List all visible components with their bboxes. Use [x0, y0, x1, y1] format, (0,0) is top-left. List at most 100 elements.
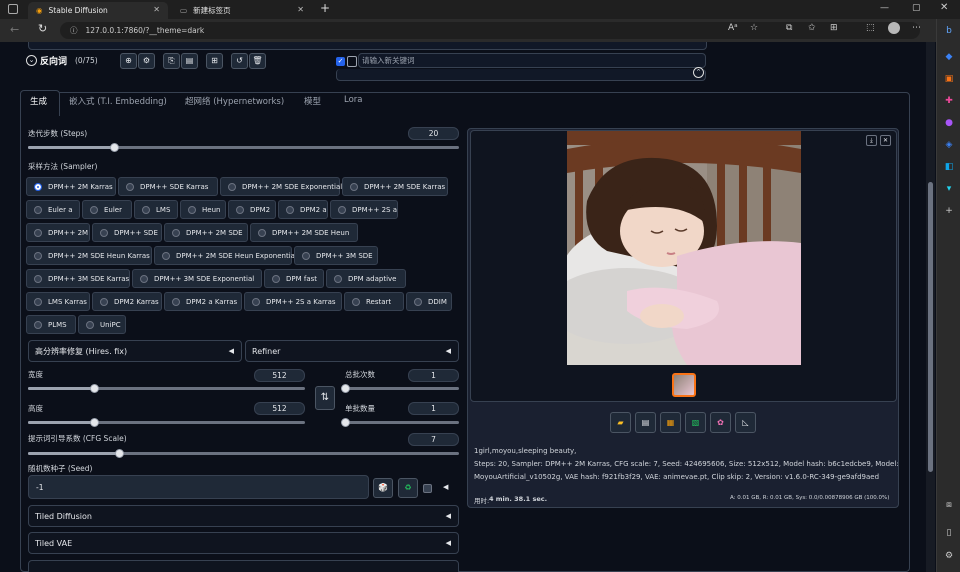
collapse-circle-icon[interactable]: ⌃ — [693, 67, 704, 78]
more-menu-icon[interactable]: ⋯ — [912, 23, 921, 33]
more-accordion[interactable] — [28, 560, 459, 572]
download-icon[interactable]: ⤓ — [866, 135, 877, 146]
sampler-option[interactable]: Euler — [82, 200, 132, 219]
negative-prompt-textarea[interactable] — [336, 69, 706, 81]
tab-stable-diffusion[interactable]: ◉ Stable Diffusion ✕ — [28, 2, 168, 19]
extra-seed-triangle-icon[interactable]: ◀ — [443, 483, 448, 491]
sampler-option[interactable]: DPM2 — [228, 200, 276, 219]
generated-image[interactable] — [567, 131, 801, 365]
height-slider[interactable] — [28, 418, 305, 427]
seed-input[interactable]: -1 — [28, 475, 369, 499]
sampler-option[interactable]: LMS Karras — [26, 292, 90, 311]
shopping-icon[interactable]: ▣ — [943, 73, 955, 85]
folder-icon[interactable]: ▰ — [610, 412, 631, 433]
sampler-option[interactable]: Restart — [344, 292, 404, 311]
close-tab-icon[interactable]: ✕ — [297, 5, 304, 14]
tab-embedding[interactable]: 嵌入式 (T.I. Embedding) — [69, 95, 167, 107]
trash-icon[interactable]: 🗑 — [249, 53, 266, 69]
ruler-icon[interactable]: ◺ — [735, 412, 756, 433]
tools-icon[interactable]: ✚ — [943, 95, 955, 107]
image-to-image-icon[interactable]: ▦ — [660, 412, 681, 433]
sampler-option[interactable]: DPM2 Karras — [92, 292, 162, 311]
width-slider[interactable] — [28, 384, 305, 393]
swap-dimensions-button[interactable]: ⇅ — [315, 386, 335, 410]
tab-lora[interactable]: Lora — [344, 95, 363, 105]
settings-gear-icon[interactable]: ⚙ — [943, 550, 955, 562]
extra-seed-checkbox[interactable] — [423, 484, 432, 493]
sampler-option[interactable]: DPM++ 3M SDE — [294, 246, 378, 265]
tag-icon[interactable]: ◆ — [943, 51, 955, 63]
sampler-option[interactable]: DPM++ 2S a — [330, 200, 398, 219]
gallery-thumbnail[interactable] — [672, 373, 696, 397]
games-icon[interactable]: ● — [943, 117, 955, 129]
refiner-accordion[interactable]: Refiner ◀ — [245, 340, 459, 362]
cfg-scale-slider[interactable] — [28, 449, 459, 458]
height-value[interactable]: 512 — [254, 402, 305, 415]
steps-slider[interactable] — [28, 143, 459, 152]
save-icon[interactable]: ▤ — [635, 412, 656, 433]
sampler-option[interactable]: DPM adaptive — [326, 269, 406, 288]
hires-fix-accordion[interactable]: 高分辨率修复 (Hires. fix) ◀ — [28, 340, 242, 362]
profile-avatar-icon[interactable] — [888, 22, 900, 34]
add-sidebar-icon[interactable]: + — [943, 205, 955, 217]
outlook-icon[interactable]: ◧ — [943, 161, 955, 173]
batch-size-value[interactable]: 1 — [408, 402, 459, 415]
positive-prompt-box[interactable] — [28, 42, 707, 50]
batch-count-slider[interactable] — [341, 384, 459, 393]
office-icon[interactable]: ◈ — [943, 139, 955, 151]
read-aloud-icon[interactable]: Aᵃ — [728, 23, 738, 33]
chevron-circle-icon[interactable]: ⌄ — [26, 55, 37, 66]
close-image-icon[interactable]: ✕ — [880, 135, 891, 146]
sampler-option[interactable]: DPM2 a — [278, 200, 328, 219]
scrollbar-thumb[interactable] — [928, 182, 933, 472]
new-tab-plus-icon[interactable]: + — [320, 1, 330, 15]
width-value[interactable]: 512 — [254, 369, 305, 382]
keyword-toggle-box[interactable] — [347, 56, 357, 67]
slider-knob[interactable] — [341, 418, 350, 427]
sampler-option[interactable]: DDIM — [406, 292, 452, 311]
close-tab-icon[interactable]: ✕ — [153, 5, 160, 14]
sampler-option[interactable]: Heun — [180, 200, 226, 219]
tab-generate-label[interactable]: 生成 — [30, 95, 47, 107]
paste-icon[interactable]: ⎘ — [163, 53, 180, 69]
tab-models[interactable]: 模型 — [304, 95, 321, 107]
sidebar-panel-icon[interactable]: ▯ — [943, 527, 955, 539]
globe-icon[interactable]: ⊕ — [120, 53, 137, 69]
sampler-option[interactable]: DPM fast — [264, 269, 324, 288]
sampler-option[interactable]: DPM++ 2M — [26, 223, 90, 242]
palette-icon[interactable]: ✿ — [710, 412, 731, 433]
sampler-option[interactable]: DPM++ 2M SDE Exponential — [220, 177, 342, 196]
steps-value[interactable]: 20 — [408, 127, 459, 140]
slider-knob[interactable] — [114, 449, 124, 458]
sampler-option[interactable]: DPM++ 2M SDE Karras — [342, 177, 448, 196]
restore-icon[interactable]: ▢ — [912, 3, 921, 13]
tab-new-tab[interactable]: ▭ 新建标签页 ✕ — [172, 2, 312, 19]
sampler-option[interactable]: DPM++ 2M SDE Heun — [250, 223, 358, 242]
save-icon[interactable]: ▤ — [181, 53, 198, 69]
bing-copilot-icon[interactable]: b — [943, 25, 955, 37]
extensions-icon[interactable]: ⬚ — [866, 23, 875, 33]
sampler-option[interactable]: DPM++ 2M Karras — [26, 177, 116, 196]
gear-icon[interactable]: ⚙ — [138, 53, 155, 69]
grid-icon[interactable]: ⊞ — [206, 53, 223, 69]
sampler-option[interactable]: DPM++ 3M SDE Karras — [26, 269, 130, 288]
favorites-icon[interactable]: ✩ — [808, 23, 816, 33]
screenshot-icon[interactable]: ⧈ — [943, 499, 955, 511]
sampler-option[interactable]: UniPC — [78, 315, 126, 334]
minimize-icon[interactable]: — — [880, 3, 889, 13]
inpaint-icon[interactable]: ▧ — [685, 412, 706, 433]
reload-icon[interactable]: ↻ — [38, 22, 47, 35]
tab-actions-icon[interactable] — [8, 4, 18, 14]
refresh-icon[interactable]: ↺ — [231, 53, 248, 69]
batch-count-value[interactable]: 1 — [408, 369, 459, 382]
sampler-option[interactable]: DPM++ SDE — [92, 223, 162, 242]
close-window-icon[interactable]: ✕ — [940, 2, 948, 13]
keyword-checkbox[interactable]: ✓ — [336, 57, 345, 66]
random-seed-dice-button[interactable]: 🎲 — [373, 478, 393, 498]
sampler-option[interactable]: DPM++ SDE Karras — [118, 177, 218, 196]
tiled-vae-accordion[interactable]: Tiled VAE ◀ — [28, 532, 459, 554]
cfg-scale-value[interactable]: 7 — [408, 433, 459, 446]
sampler-option[interactable]: DPM++ 2M SDE Heun Karras — [26, 246, 152, 265]
drop-icon[interactable]: ▾ — [943, 183, 955, 195]
sampler-option[interactable]: DPM++ 3M SDE Exponential — [132, 269, 262, 288]
